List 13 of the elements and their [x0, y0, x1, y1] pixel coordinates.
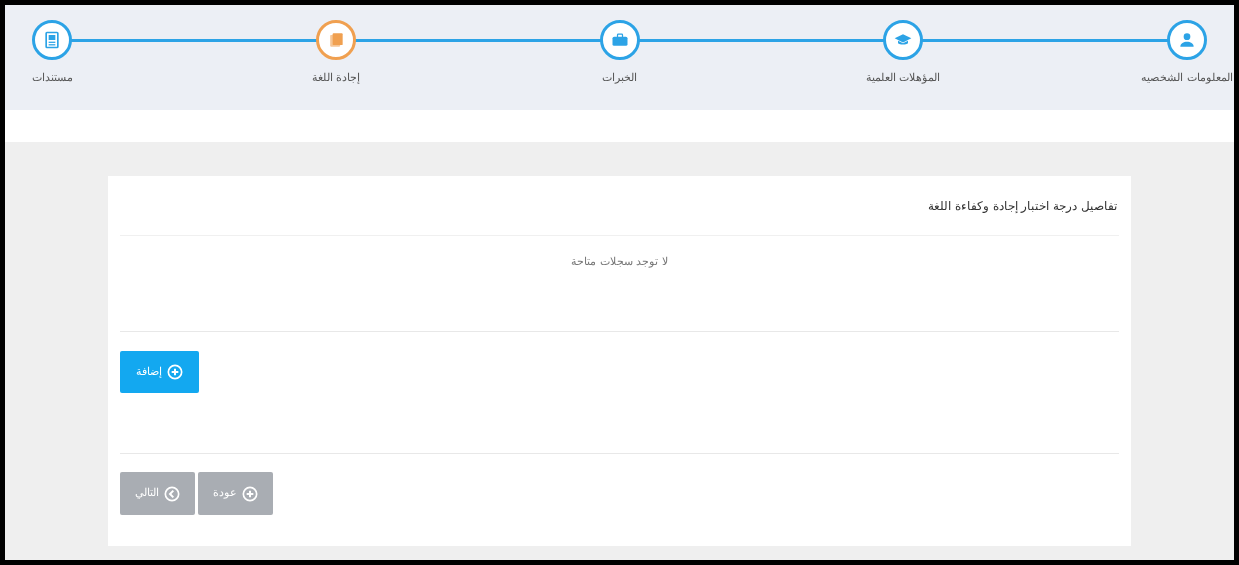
- step-label: مستندات: [31, 70, 73, 86]
- document-icon: [42, 30, 62, 50]
- card-title: تفاصيل درجة اختبار إجادة وكفاءة اللغة: [927, 197, 1117, 215]
- step-label: المعلومات الشخصيه: [1141, 70, 1233, 86]
- add-button[interactable]: إضافة: [120, 351, 199, 393]
- plus-circle-icon: [242, 485, 258, 502]
- step-label: إجادة اللغة: [311, 70, 360, 86]
- arrow-left-circle-icon: [164, 485, 180, 502]
- step-label: الخبرات: [602, 70, 637, 86]
- person-icon: [1177, 30, 1197, 50]
- empty-message: لا توجد سجلات متاحة: [571, 254, 668, 270]
- plus-circle-icon: [167, 364, 183, 380]
- step-label: المؤهلات العلمية: [866, 70, 941, 86]
